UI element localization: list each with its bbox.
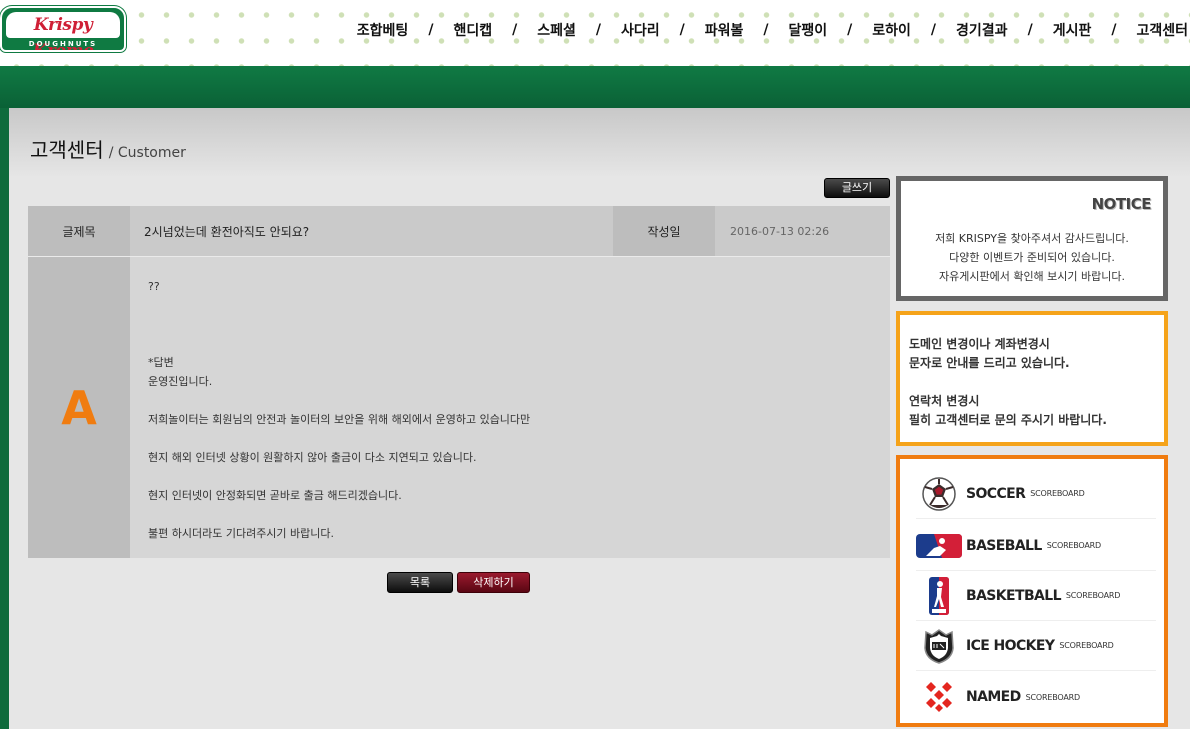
page-title: 고객센터 / Customer xyxy=(30,134,186,163)
notice-box: NOTICE 저희 KRISPY을 찾아주셔서 감사드립니다. 다양한 이벤트가… xyxy=(896,176,1168,301)
site-header: Krispy Kreme DOUGHNUTS 조합베팅 / 핸디캡 / 스페셜 … xyxy=(0,0,1190,66)
scoreboard-soccer[interactable]: SOCCER SCOREBOARD xyxy=(916,469,1156,519)
named-logo-icon xyxy=(916,678,962,716)
content-line: 운영진입니다. xyxy=(148,375,213,388)
scoreboard-sub: SCOREBOARD xyxy=(1046,541,1101,550)
nav-separator: / xyxy=(1027,22,1033,38)
content-line: ?? xyxy=(148,280,160,293)
page-title-sub: / Customer xyxy=(108,145,186,161)
content-line: 저희놀이터는 회원님의 안전과 놀이터의 보안을 위해 해외에서 운영하고 있습… xyxy=(148,413,531,426)
post-body-row: A ?? *답변 운영진입니다. 저희놀이터는 회원님의 안전과 놀이터의 보안… xyxy=(28,256,890,558)
main-nav: 조합베팅 / 핸디캡 / 스페셜 / 사다리 / 파워볼 / 달팽이 / 로하이… xyxy=(355,19,1190,41)
info-line: 연락처 변경시 xyxy=(909,394,980,408)
list-button[interactable]: 목록 xyxy=(387,572,453,593)
nav-snail[interactable]: 달팽이 xyxy=(787,20,830,40)
scoreboard-baseball[interactable]: BASEBALL SCOREBOARD xyxy=(916,521,1156,571)
content-line xyxy=(148,296,890,315)
nav-separator: / xyxy=(428,22,434,38)
scoreboard-basketball[interactable]: BASKETBALL SCOREBOARD xyxy=(916,571,1156,621)
nav-ladder[interactable]: 사다리 xyxy=(619,20,662,40)
nav-separator: / xyxy=(512,22,518,38)
post-header-row: 글제목 2시넘었는데 환전아직도 안되요? 작성일 2016-07-13 02:… xyxy=(28,206,890,256)
nav-special[interactable]: 스페셜 xyxy=(535,20,578,40)
info-line: 필히 고객센터로 문의 주시기 바랍니다. xyxy=(909,413,1107,427)
post-table: 글제목 2시넘었는데 환전아직도 안되요? 작성일 2016-07-13 02:… xyxy=(28,206,890,558)
scoreboard-name: ICE HOCKEY xyxy=(966,637,1055,654)
content-line xyxy=(148,391,890,410)
scoreboard-sub: SCOREBOARD xyxy=(1059,641,1114,650)
content-line xyxy=(148,505,890,524)
answer-mark: A xyxy=(28,257,130,558)
soccer-ball-icon xyxy=(916,475,962,513)
info-box: 도메인 변경이나 계좌변경시 문자로 안내를 드리고 있습니다. 연락처 변경시… xyxy=(896,311,1168,446)
scoreboard-name: BASKETBALL xyxy=(966,587,1062,604)
info-text: 도메인 변경이나 계좌변경시 문자로 안내를 드리고 있습니다. 연락처 변경시… xyxy=(909,335,1107,430)
scoreboard-sub: SCOREBOARD xyxy=(1025,692,1080,702)
nav-game-results[interactable]: 경기결과 xyxy=(954,20,1010,40)
nav-separator: / xyxy=(595,22,601,38)
nav-lowhigh[interactable]: 로하이 xyxy=(870,20,913,40)
nav-handicap[interactable]: 핸디캡 xyxy=(451,20,494,40)
info-line xyxy=(909,373,1107,392)
notice-title: NOTICE xyxy=(1091,195,1152,213)
content-line: 현지 해외 인터넷 상황이 원활하지 않아 출금이 다소 지연되고 있습니다. xyxy=(148,451,477,464)
write-button[interactable]: 글쓰기 xyxy=(824,178,890,198)
post-date-label: 작성일 xyxy=(613,206,715,256)
scoreboard-sub: SCOREBOARD xyxy=(1065,591,1121,600)
delete-button[interactable]: 삭제하기 xyxy=(457,572,530,593)
nav-combo-betting[interactable]: 조합베팅 xyxy=(355,20,411,40)
krispy-kreme-logo[interactable]: Krispy Kreme DOUGHNUTS xyxy=(0,6,126,52)
nav-separator: / xyxy=(763,22,769,38)
mlb-logo-icon xyxy=(916,527,962,565)
post-title: 2시넘었는데 환전아직도 안되요? xyxy=(130,206,613,256)
notice-line: 자유게시판에서 확인해 보시기 바랍니다. xyxy=(938,270,1126,283)
notice-line: 다양한 이벤트가 준비되어 있습니다. xyxy=(949,251,1115,264)
nba-logo-icon xyxy=(916,576,962,615)
info-line: 문자로 안내를 드리고 있습니다. xyxy=(909,356,1070,370)
post-title-label: 글제목 xyxy=(28,206,130,256)
nav-separator: / xyxy=(930,22,937,38)
notice-line: 저희 KRISPY을 찾아주셔서 감사드립니다. xyxy=(935,232,1129,245)
content-line xyxy=(148,334,890,353)
scoreboard-name: BASEBALL xyxy=(966,537,1042,554)
content-line: 현지 인터넷이 안정화되면 곧바로 출금 해드리겠습니다. xyxy=(148,489,402,502)
scoreboard-box: SOCCER SCOREBOARD BASEBALL SCOREBOARD BA… xyxy=(896,455,1168,727)
post-date: 2016-07-13 02:26 xyxy=(715,206,890,256)
scoreboard-name: SOCCER xyxy=(966,485,1026,502)
info-line: 도메인 변경이나 계좌변경시 xyxy=(909,337,1050,351)
content-line: *답변 xyxy=(148,356,174,369)
content-line xyxy=(148,315,890,334)
page-title-main: 고객센터 xyxy=(30,138,104,162)
notice-text: 저희 KRISPY을 찾아주셔서 감사드립니다. 다양한 이벤트가 준비되어 있… xyxy=(901,229,1163,286)
logo-sub-text: DOUGHNUTS xyxy=(28,40,98,48)
post-content: ?? *답변 운영진입니다. 저희놀이터는 회원님의 안전과 놀이터의 보안을 … xyxy=(130,257,890,558)
nav-separator: / xyxy=(847,22,853,38)
content-line: 불편 하시더라도 기다려주시기 바랍니다. xyxy=(148,527,335,540)
scoreboard-sub: SCOREBOARD xyxy=(1030,489,1085,498)
nav-customer-center[interactable]: 고객센터 xyxy=(1134,20,1190,40)
nav-powerball[interactable]: 파워볼 xyxy=(703,20,746,40)
scoreboard-named[interactable]: NAMED SCOREBOARD xyxy=(916,672,1156,722)
scoreboard-name: NAMED xyxy=(966,689,1021,705)
nav-separator: / xyxy=(1111,22,1117,38)
nav-separator: / xyxy=(679,22,685,38)
scoreboard-ice-hockey[interactable]: ICE HOCKEY SCOREBOARD xyxy=(916,621,1156,671)
content-line xyxy=(148,429,890,448)
main-panel: 고객센터 / Customer 글쓰기 글제목 2시넘었는데 환전아직도 안되요… xyxy=(9,108,1190,729)
nav-board[interactable]: 게시판 xyxy=(1051,20,1094,40)
header-green-band xyxy=(0,66,1190,108)
content-line xyxy=(148,467,890,486)
logo-brand-text: Krispy Kreme xyxy=(6,12,120,50)
nhl-logo-icon xyxy=(916,627,962,665)
